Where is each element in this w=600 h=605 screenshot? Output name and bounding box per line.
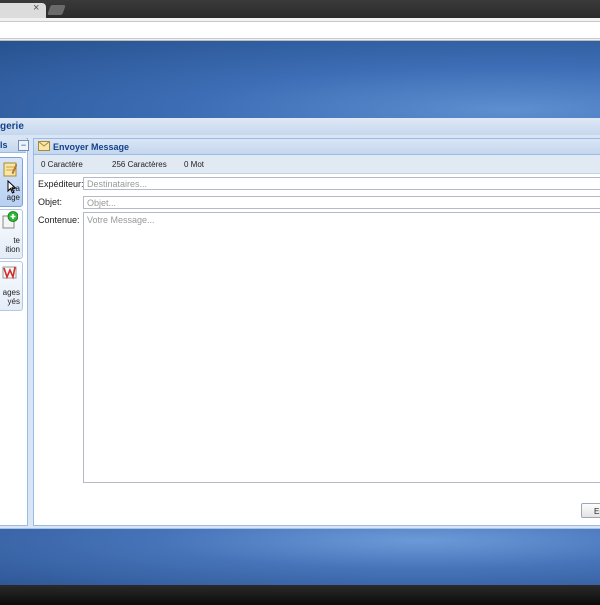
sidebar-item-label: ages	[2, 288, 20, 297]
sidebar-item-add-contact[interactable]: te ition	[0, 209, 23, 259]
sidebar-item-new-message[interactable]: ea age	[0, 157, 23, 207]
add-contact-icon	[2, 211, 18, 229]
send-button[interactable]: En	[581, 503, 600, 518]
envelope-icon	[38, 141, 50, 151]
browser-tab-bar	[0, 0, 600, 18]
sidebar-item-sent-messages[interactable]: ages yés	[0, 261, 23, 311]
subject-label: Objet:	[38, 197, 63, 207]
header-banner	[0, 41, 600, 118]
remaining-count: 256 Caractères	[112, 160, 167, 169]
sent-messages-icon	[2, 266, 17, 280]
sidebar-item-label: yés	[7, 297, 20, 306]
recipients-input[interactable]	[83, 177, 600, 190]
sidebar-title: ls	[0, 140, 8, 150]
content-label: Contenue:	[38, 215, 80, 225]
sidebar-item-label: ea	[11, 184, 20, 193]
word-count: 0 Mot	[184, 160, 205, 169]
address-bar[interactable]	[0, 21, 600, 39]
app-title-bar	[0, 118, 600, 136]
new-message-icon	[3, 162, 17, 177]
footer-banner	[0, 528, 600, 586]
sidebar-item-label: age	[6, 193, 20, 202]
char-count: 0 Caractère	[41, 160, 83, 169]
message-textarea[interactable]	[83, 212, 600, 483]
tab-close-icon[interactable]: ×	[33, 3, 39, 14]
collapse-button[interactable]: −	[18, 140, 29, 151]
sidebar-item-label: ition	[5, 245, 20, 254]
compose-title: Envoyer Message	[53, 142, 130, 152]
window-bottom-frame	[0, 585, 600, 605]
subject-input[interactable]	[83, 196, 600, 209]
app-title: gerie	[0, 121, 24, 132]
sender-label: Expéditeur:	[38, 179, 84, 189]
sidebar-item-label: te	[13, 236, 20, 245]
